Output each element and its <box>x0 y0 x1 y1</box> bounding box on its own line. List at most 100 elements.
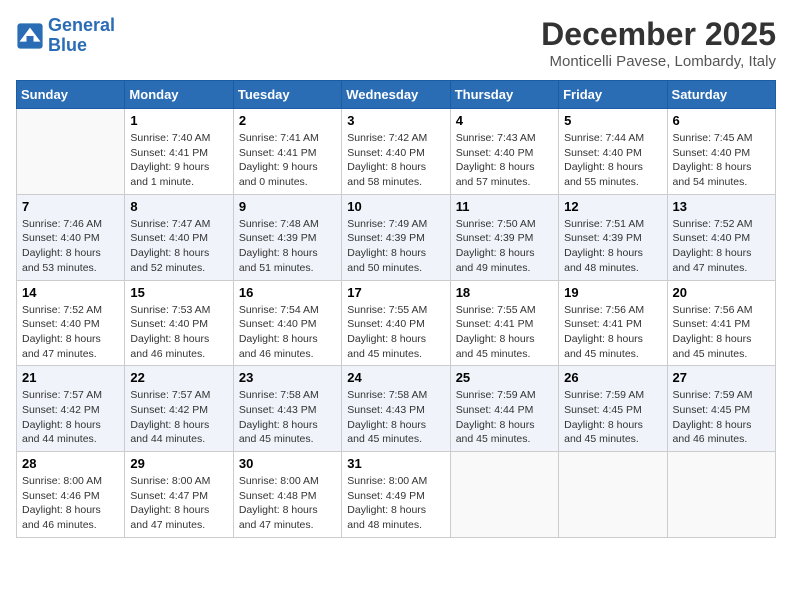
day-number: 12 <box>564 199 661 214</box>
weekday-header-saturday: Saturday <box>667 81 775 109</box>
day-number: 25 <box>456 370 553 385</box>
day-number: 9 <box>239 199 336 214</box>
day-info: Sunrise: 7:43 AMSunset: 4:40 PMDaylight:… <box>456 131 553 190</box>
calendar-cell: 21Sunrise: 7:57 AMSunset: 4:42 PMDayligh… <box>17 366 125 452</box>
day-number: 19 <box>564 285 661 300</box>
day-number: 24 <box>347 370 444 385</box>
day-number: 22 <box>130 370 227 385</box>
day-number: 11 <box>456 199 553 214</box>
day-number: 14 <box>22 285 119 300</box>
calendar-cell: 20 Sunrise: 7:56 AMSunset: 4:41 PMDayligh… <box>667 280 775 366</box>
calendar-cell: 3 Sunrise: 7:42 AMSunset: 4:40 PMDaylight… <box>342 109 450 195</box>
calendar-cell: 26Sunrise: 7:59 AMSunset: 4:45 PMDayligh… <box>559 366 667 452</box>
week-row-4: 21Sunrise: 7:57 AMSunset: 4:42 PMDayligh… <box>17 366 776 452</box>
day-info: Sunrise: 8:00 AMSunset: 4:47 PMDaylight:… <box>130 474 227 533</box>
calendar-cell: 25 Sunrise: 7:59 AMSunset: 4:44 PMDayligh… <box>450 366 558 452</box>
calendar-cell: 28 Sunrise: 8:00 AMSunset: 4:46 PMDayligh… <box>17 452 125 538</box>
day-info: Sunrise: 7:56 AMSunset: 4:41 PMDaylight:… <box>564 303 661 362</box>
day-info: Sunrise: 8:00 AMSunset: 4:49 PMDaylight:… <box>347 474 444 533</box>
calendar-cell: 16 Sunrise: 7:54 AMSunset: 4:40 PMDayligh… <box>233 280 341 366</box>
day-number: 4 <box>456 113 553 128</box>
calendar-cell: 8 Sunrise: 7:47 AMSunset: 4:40 PMDaylight… <box>125 194 233 280</box>
weekday-header-wednesday: Wednesday <box>342 81 450 109</box>
weekday-header-monday: Monday <box>125 81 233 109</box>
day-info: Sunrise: 7:53 AMSunset: 4:40 PMDaylight:… <box>130 303 227 362</box>
day-info: Sunrise: 7:52 AMSunset: 4:40 PMDaylight:… <box>673 217 770 276</box>
day-number: 2 <box>239 113 336 128</box>
title-area: December 2025 Monticelli Pavese, Lombard… <box>541 16 776 70</box>
calendar-cell: 9 Sunrise: 7:48 AMSunset: 4:39 PMDaylight… <box>233 194 341 280</box>
day-info: Sunrise: 7:41 AMSunset: 4:41 PMDaylight:… <box>239 131 336 190</box>
calendar-cell: 7Sunrise: 7:46 AMSunset: 4:40 PMDaylight… <box>17 194 125 280</box>
location-title: Monticelli Pavese, Lombardy, Italy <box>541 53 776 70</box>
day-info: Sunrise: 7:44 AMSunset: 4:40 PMDaylight:… <box>564 131 661 190</box>
calendar-cell: 2 Sunrise: 7:41 AMSunset: 4:41 PMDaylight… <box>233 109 341 195</box>
calendar-cell: 11 Sunrise: 7:50 AMSunset: 4:39 PMDayligh… <box>450 194 558 280</box>
calendar-cell: 4 Sunrise: 7:43 AMSunset: 4:40 PMDaylight… <box>450 109 558 195</box>
weekday-header-thursday: Thursday <box>450 81 558 109</box>
week-row-1: 1Sunrise: 7:40 AMSunset: 4:41 PMDaylight… <box>17 109 776 195</box>
day-info: Sunrise: 7:45 AMSunset: 4:40 PMDaylight:… <box>673 131 770 190</box>
logo: General Blue <box>16 16 115 56</box>
day-info: Sunrise: 7:57 AMSunset: 4:42 PMDaylight:… <box>22 388 119 447</box>
day-info: Sunrise: 7:42 AMSunset: 4:40 PMDaylight:… <box>347 131 444 190</box>
day-number: 26 <box>564 370 661 385</box>
day-info: Sunrise: 7:49 AMSunset: 4:39 PMDaylight:… <box>347 217 444 276</box>
calendar-cell: 14 Sunrise: 7:52 AMSunset: 4:40 PMDayligh… <box>17 280 125 366</box>
logo-text: General Blue <box>48 16 115 56</box>
calendar-cell <box>667 452 775 538</box>
day-number: 20 <box>673 285 770 300</box>
calendar-cell: 23 Sunrise: 7:58 AMSunset: 4:43 PMDayligh… <box>233 366 341 452</box>
weekday-header-sunday: Sunday <box>17 81 125 109</box>
day-info: Sunrise: 7:50 AMSunset: 4:39 PMDaylight:… <box>456 217 553 276</box>
week-row-3: 14 Sunrise: 7:52 AMSunset: 4:40 PMDayligh… <box>17 280 776 366</box>
day-number: 30 <box>239 456 336 471</box>
calendar-table: SundayMondayTuesdayWednesdayThursdayFrid… <box>16 80 776 538</box>
calendar-cell <box>17 109 125 195</box>
day-info: Sunrise: 7:47 AMSunset: 4:40 PMDaylight:… <box>130 217 227 276</box>
day-info: Sunrise: 7:58 AMSunset: 4:43 PMDaylight:… <box>347 388 444 447</box>
day-info: Sunrise: 7:55 AMSunset: 4:40 PMDaylight:… <box>347 303 444 362</box>
logo-line1: General <box>48 15 115 35</box>
calendar-cell: 30 Sunrise: 8:00 AMSunset: 4:48 PMDayligh… <box>233 452 341 538</box>
day-info: Sunrise: 7:54 AMSunset: 4:40 PMDaylight:… <box>239 303 336 362</box>
day-info: Sunrise: 7:55 AMSunset: 4:41 PMDaylight:… <box>456 303 553 362</box>
day-info: Sunrise: 7:59 AMSunset: 4:44 PMDaylight:… <box>456 388 553 447</box>
day-number: 13 <box>673 199 770 214</box>
header: General Blue December 2025 Monticelli Pa… <box>16 16 776 70</box>
day-number: 16 <box>239 285 336 300</box>
day-info: Sunrise: 7:56 AMSunset: 4:41 PMDaylight:… <box>673 303 770 362</box>
day-info: Sunrise: 8:00 AMSunset: 4:48 PMDaylight:… <box>239 474 336 533</box>
day-number: 6 <box>673 113 770 128</box>
calendar-cell: 10Sunrise: 7:49 AMSunset: 4:39 PMDayligh… <box>342 194 450 280</box>
day-number: 15 <box>130 285 227 300</box>
day-info: Sunrise: 7:58 AMSunset: 4:43 PMDaylight:… <box>239 388 336 447</box>
calendar-cell: 18Sunrise: 7:55 AMSunset: 4:41 PMDayligh… <box>450 280 558 366</box>
day-info: Sunrise: 8:00 AMSunset: 4:46 PMDaylight:… <box>22 474 119 533</box>
day-number: 28 <box>22 456 119 471</box>
logo-icon <box>16 22 44 50</box>
calendar-cell: 12 Sunrise: 7:51 AMSunset: 4:39 PMDayligh… <box>559 194 667 280</box>
week-row-5: 28 Sunrise: 8:00 AMSunset: 4:46 PMDayligh… <box>17 452 776 538</box>
day-number: 8 <box>130 199 227 214</box>
day-info: Sunrise: 7:57 AMSunset: 4:42 PMDaylight:… <box>130 388 227 447</box>
calendar-cell <box>559 452 667 538</box>
calendar-cell: 17Sunrise: 7:55 AMSunset: 4:40 PMDayligh… <box>342 280 450 366</box>
day-number: 31 <box>347 456 444 471</box>
day-number: 23 <box>239 370 336 385</box>
calendar-cell: 29Sunrise: 8:00 AMSunset: 4:47 PMDayligh… <box>125 452 233 538</box>
day-info: Sunrise: 7:48 AMSunset: 4:39 PMDaylight:… <box>239 217 336 276</box>
calendar-cell: 31 Sunrise: 8:00 AMSunset: 4:49 PMDayligh… <box>342 452 450 538</box>
calendar-cell: 5Sunrise: 7:44 AMSunset: 4:40 PMDaylight… <box>559 109 667 195</box>
day-number: 3 <box>347 113 444 128</box>
calendar-cell: 1Sunrise: 7:40 AMSunset: 4:41 PMDaylight… <box>125 109 233 195</box>
calendar-cell: 19 Sunrise: 7:56 AMSunset: 4:41 PMDayligh… <box>559 280 667 366</box>
day-info: Sunrise: 7:59 AMSunset: 4:45 PMDaylight:… <box>673 388 770 447</box>
day-info: Sunrise: 7:52 AMSunset: 4:40 PMDaylight:… <box>22 303 119 362</box>
month-title: December 2025 <box>541 16 776 53</box>
weekday-header-row: SundayMondayTuesdayWednesdayThursdayFrid… <box>17 81 776 109</box>
day-info: Sunrise: 7:51 AMSunset: 4:39 PMDaylight:… <box>564 217 661 276</box>
calendar-cell: 6 Sunrise: 7:45 AMSunset: 4:40 PMDaylight… <box>667 109 775 195</box>
day-info: Sunrise: 7:46 AMSunset: 4:40 PMDaylight:… <box>22 217 119 276</box>
day-number: 1 <box>130 113 227 128</box>
